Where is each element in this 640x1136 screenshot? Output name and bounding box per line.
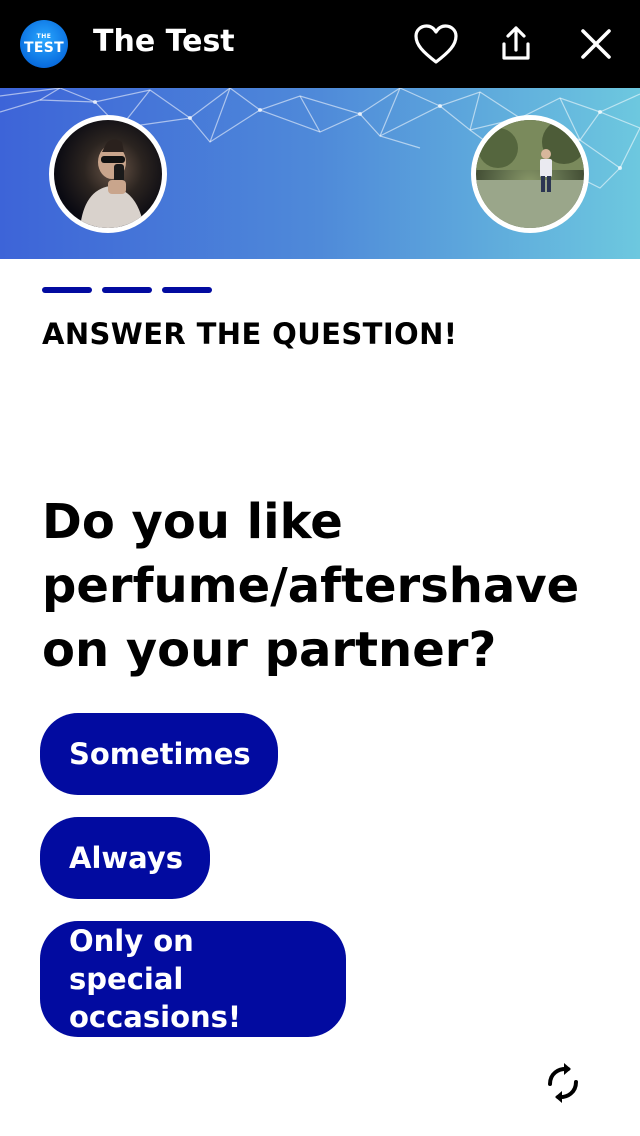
progress-dash bbox=[42, 287, 92, 293]
answer-button-special-occasions[interactable]: Only on special occasions! bbox=[40, 921, 346, 1037]
refresh-arrows-icon bbox=[548, 1063, 578, 1103]
logo-main-text: TEST bbox=[24, 39, 64, 56]
top-bar: THE TEST The Test bbox=[0, 0, 640, 88]
question-progress bbox=[42, 287, 212, 293]
answer-label: Sometimes bbox=[69, 737, 251, 771]
close-icon bbox=[581, 29, 611, 59]
progress-dash bbox=[162, 287, 212, 293]
answer-label: Only on special occasions! bbox=[69, 924, 242, 1034]
favorite-button[interactable] bbox=[412, 20, 460, 68]
avatar-player-one bbox=[49, 115, 167, 233]
logo-top-text: THE bbox=[36, 32, 52, 40]
heart-icon bbox=[414, 24, 458, 64]
share-button[interactable] bbox=[492, 20, 540, 68]
person-outdoor-photo bbox=[476, 120, 584, 228]
app-title: The Test bbox=[93, 24, 235, 59]
close-button[interactable] bbox=[572, 20, 620, 68]
answer-button-always[interactable]: Always bbox=[40, 817, 210, 899]
progress-dash bbox=[102, 287, 152, 293]
question-text: Do you like perfume/aftershave on your p… bbox=[42, 494, 580, 678]
prompt-heading: ANSWER THE QUESTION! bbox=[42, 317, 458, 351]
avatar-player-two bbox=[471, 115, 589, 233]
answer-label: Always bbox=[69, 841, 184, 875]
answer-button-sometimes[interactable]: Sometimes bbox=[40, 713, 278, 795]
swap-question-button[interactable] bbox=[536, 1056, 590, 1110]
share-icon bbox=[502, 26, 530, 60]
app-logo: THE TEST bbox=[20, 20, 68, 68]
person-silhouette bbox=[80, 139, 144, 228]
